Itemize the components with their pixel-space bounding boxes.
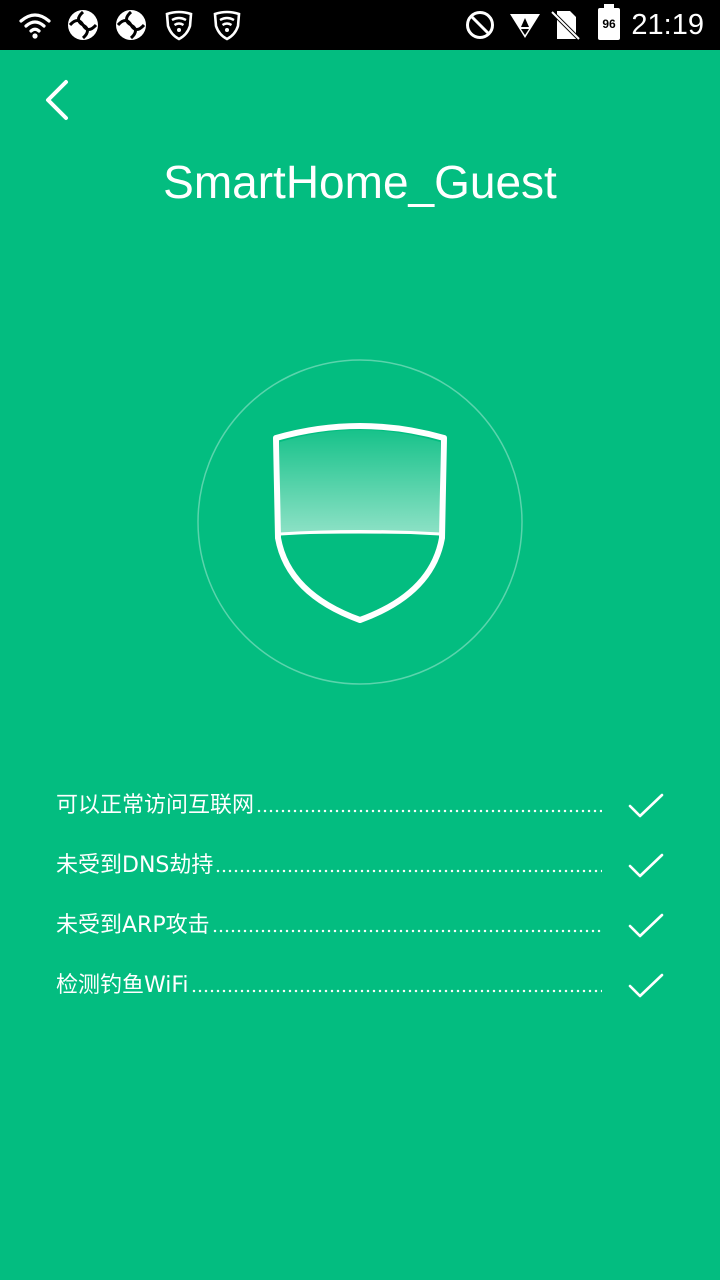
vpn-icon (68, 10, 98, 40)
check-label: 未受到DNS劫持 (56, 853, 214, 878)
check-label: 未受到ARP攻击 (56, 913, 210, 938)
dot-leader (211, 929, 602, 933)
check-label: 可以正常访问互联网 (56, 793, 255, 818)
check-icon (628, 793, 664, 818)
shield-status-graphic (196, 358, 524, 686)
list-item: 未受到DNS劫持 (56, 836, 666, 896)
wifi-icon (19, 13, 51, 39)
check-label: 检测钓鱼WiFi (56, 973, 189, 998)
security-check-list: 可以正常访问互联网 未受到DNS劫持 未受到ARP攻击 检测钓鱼WiFi (56, 776, 666, 1016)
dot-leader (190, 989, 602, 993)
back-button[interactable] (28, 70, 88, 130)
list-item: 检测钓鱼WiFi (56, 956, 666, 1016)
page-title: SmartHome_Guest (163, 156, 557, 208)
shield-signal-icon (165, 10, 193, 41)
list-item: 可以正常访问互联网 (56, 776, 666, 836)
check-icon (628, 913, 664, 938)
battery-level: 96 (602, 17, 616, 31)
mobile-signal-icon (510, 14, 540, 38)
list-item: 未受到ARP攻击 (56, 896, 666, 956)
check-icon (628, 853, 664, 878)
dot-leader (215, 869, 602, 873)
check-icon (628, 973, 664, 998)
dot-leader (256, 809, 602, 813)
status-bar: 96 21:19 (0, 0, 720, 50)
shield-signal-icon (213, 10, 241, 41)
clock: 21:19 (631, 9, 704, 41)
no-sim-icon (550, 10, 581, 41)
vpn-icon (116, 10, 146, 40)
shield-icon (197, 359, 523, 685)
do-not-disturb-icon (466, 11, 494, 39)
battery-icon: 96 (598, 4, 620, 40)
chevron-left-icon (46, 80, 68, 120)
